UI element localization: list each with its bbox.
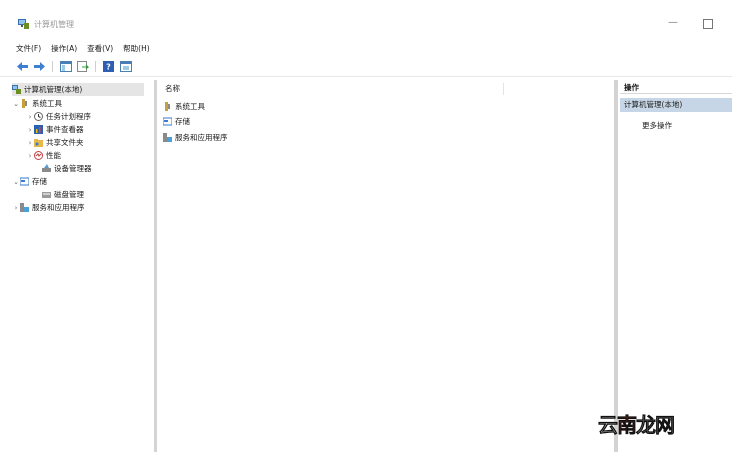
performance-icon — [34, 151, 43, 160]
services-icon — [20, 203, 29, 212]
tree-item-label: 系统工具 — [32, 99, 62, 108]
tree-item-shared-folders[interactable]: › 共享文件夹 — [26, 136, 84, 149]
toolbar-separator — [52, 60, 53, 72]
menu-bar: 文件(F) 操作(A) 查看(V) 帮助(H) — [16, 43, 150, 55]
shared-folder-icon — [34, 138, 43, 147]
watermark-logo: 云南龙网 — [598, 413, 676, 438]
tree-item-label: 事件查看器 — [46, 125, 84, 134]
properties-icon[interactable] — [119, 60, 132, 73]
tree-item-system-tools[interactable]: ⌄ 系统工具 — [12, 97, 62, 110]
tree-item-label: 存储 — [32, 177, 47, 186]
menu-action[interactable]: 操作(A) — [51, 43, 77, 55]
forward-arrow-icon[interactable] — [33, 60, 46, 73]
computer-management-icon — [12, 85, 21, 94]
pane-splitter[interactable] — [154, 80, 157, 452]
computer-management-icon — [18, 19, 29, 29]
tree-item-performance[interactable]: › 性能 — [26, 149, 61, 162]
actions-header: 操作 — [620, 82, 732, 94]
svg-text:?: ? — [106, 62, 111, 71]
tree-item-label: 设备管理器 — [54, 164, 92, 173]
chevron-right-icon[interactable]: › — [12, 204, 20, 212]
menu-file[interactable]: 文件(F) — [16, 43, 41, 55]
tree-item-event-viewer[interactable]: › 事件查看器 — [26, 123, 84, 136]
help-icon[interactable]: ? — [102, 60, 115, 73]
navigation-tree: 计算机管理(本地) ⌄ 系统工具 › 任务计划程序 › 事件查看器 › 共享文件… — [10, 80, 154, 452]
chevron-right-icon[interactable]: › — [26, 126, 34, 134]
disk-management-icon — [42, 190, 51, 199]
back-arrow-icon[interactable] — [16, 60, 29, 73]
tree-item-root[interactable]: 计算机管理(本地) — [12, 83, 144, 96]
tree-item-label: 任务计划程序 — [46, 112, 91, 121]
tree-item-services-apps[interactable]: › 服务和应用程序 — [12, 201, 85, 214]
tree-item-label: 磁盘管理 — [54, 190, 84, 199]
tree-item-label: 计算机管理(本地) — [24, 85, 83, 94]
toolbar-separator — [95, 60, 96, 72]
show-hide-tree-icon[interactable] — [59, 60, 72, 73]
services-icon — [163, 132, 172, 142]
storage-icon — [19, 177, 30, 186]
tree-item-label: 服务和应用程序 — [32, 203, 85, 212]
maximize-button[interactable] — [703, 19, 713, 29]
storage-icon — [162, 117, 173, 126]
device-manager-icon — [42, 164, 51, 173]
tree-item-task-scheduler[interactable]: › 任务计划程序 — [26, 110, 91, 123]
tree-item-label: 共享文件夹 — [46, 138, 84, 147]
title-bar: 计算机管理 — — [0, 0, 732, 38]
event-viewer-icon — [34, 125, 43, 134]
menu-view[interactable]: 查看(V) — [87, 43, 113, 55]
tree-item-label: 性能 — [46, 151, 61, 160]
tree-item-device-manager[interactable]: 设备管理器 — [42, 162, 92, 175]
list-item[interactable]: 服务和应用程序 — [163, 131, 228, 143]
toolbar-divider — [0, 76, 732, 77]
pane-splitter[interactable] — [614, 80, 618, 452]
list-item[interactable]: 系统工具 — [163, 100, 205, 112]
tree-item-storage[interactable]: ⌄ 存储 — [12, 175, 47, 188]
tree-item-disk-management[interactable]: 磁盘管理 — [42, 188, 84, 201]
window-title: 计算机管理 — [34, 20, 74, 29]
chevron-right-icon[interactable]: › — [26, 139, 34, 147]
system-tools-icon — [163, 101, 172, 111]
more-actions-link[interactable]: 更多操作 — [642, 120, 672, 131]
system-tools-icon — [20, 99, 29, 108]
export-list-icon[interactable] — [76, 60, 89, 73]
chevron-down-icon[interactable]: ⌄ — [12, 100, 20, 108]
menu-help[interactable]: 帮助(H) — [123, 43, 150, 55]
clock-icon — [34, 112, 43, 121]
content-list: 名称 系统工具 存储 服务和应用程序 — [159, 80, 614, 452]
toolbar: ? — [16, 59, 132, 73]
actions-section-title[interactable]: 计算机管理(本地) — [620, 98, 732, 112]
list-item-label: 存储 — [175, 116, 190, 126]
chevron-right-icon[interactable]: › — [26, 152, 34, 160]
column-header-name[interactable]: 名称 — [159, 83, 504, 95]
chevron-right-icon[interactable]: › — [26, 113, 34, 121]
list-item-label: 系统工具 — [175, 101, 205, 111]
list-item-label: 服务和应用程序 — [175, 132, 228, 142]
list-item[interactable]: 存储 — [162, 115, 190, 127]
minimize-button[interactable]: — — [666, 16, 680, 30]
chevron-down-icon[interactable]: ⌄ — [12, 178, 20, 186]
actions-pane: 操作 计算机管理(本地) 更多操作 — [620, 80, 732, 452]
